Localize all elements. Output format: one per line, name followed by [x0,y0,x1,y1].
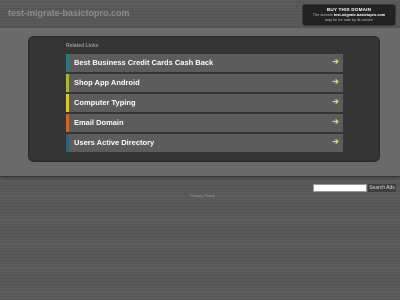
related-link[interactable]: Shop App Android ➔ [66,74,343,92]
privacy-policy-link[interactable]: Privacy Policy [190,193,215,198]
search-input[interactable] [313,184,367,192]
arrow-right-icon: ➔ [332,57,339,66]
link-accent-stripe [66,114,69,132]
related-link-label: Email Domain [74,118,124,127]
related-link-label: Users Active Directory [74,138,155,147]
search-ads-button[interactable]: Search Ads [368,184,396,192]
arrow-right-icon: ➔ [332,117,339,126]
arrow-right-icon: ➔ [332,77,339,86]
link-accent-stripe [66,74,69,92]
related-link-label: Computer Typing [74,98,136,107]
buy-domain-prefix: The domain [312,13,334,17]
buy-domain-subtext: may be for sale by its owner! [324,18,374,22]
buy-domain-box[interactable]: BUY THIS DOMAIN The domain test-migrate-… [302,4,396,26]
link-accent-stripe [66,134,69,152]
arrow-right-icon: ➔ [332,137,339,146]
link-accent-stripe [66,94,69,112]
related-link[interactable]: Computer Typing ➔ [66,94,343,112]
related-link-label: Shop App Android [74,78,140,87]
link-accent-stripe [66,54,69,72]
related-link[interactable]: Users Active Directory ➔ [66,134,343,152]
related-link[interactable]: Email Domain ➔ [66,114,343,132]
site-title[interactable]: test-migrate-basictopro.com [8,8,130,18]
related-links-heading: Related Links [66,43,99,49]
buy-domain-name: test-migrate-basictopro.com [333,13,386,17]
header: test-migrate-basictopro.com BUY THIS DOM… [0,0,400,26]
related-link[interactable]: Best Business Credit Cards Cash Back ➔ [66,54,343,72]
arrow-right-icon: ➔ [332,97,339,106]
related-link-label: Best Business Credit Cards Cash Back [74,58,214,67]
